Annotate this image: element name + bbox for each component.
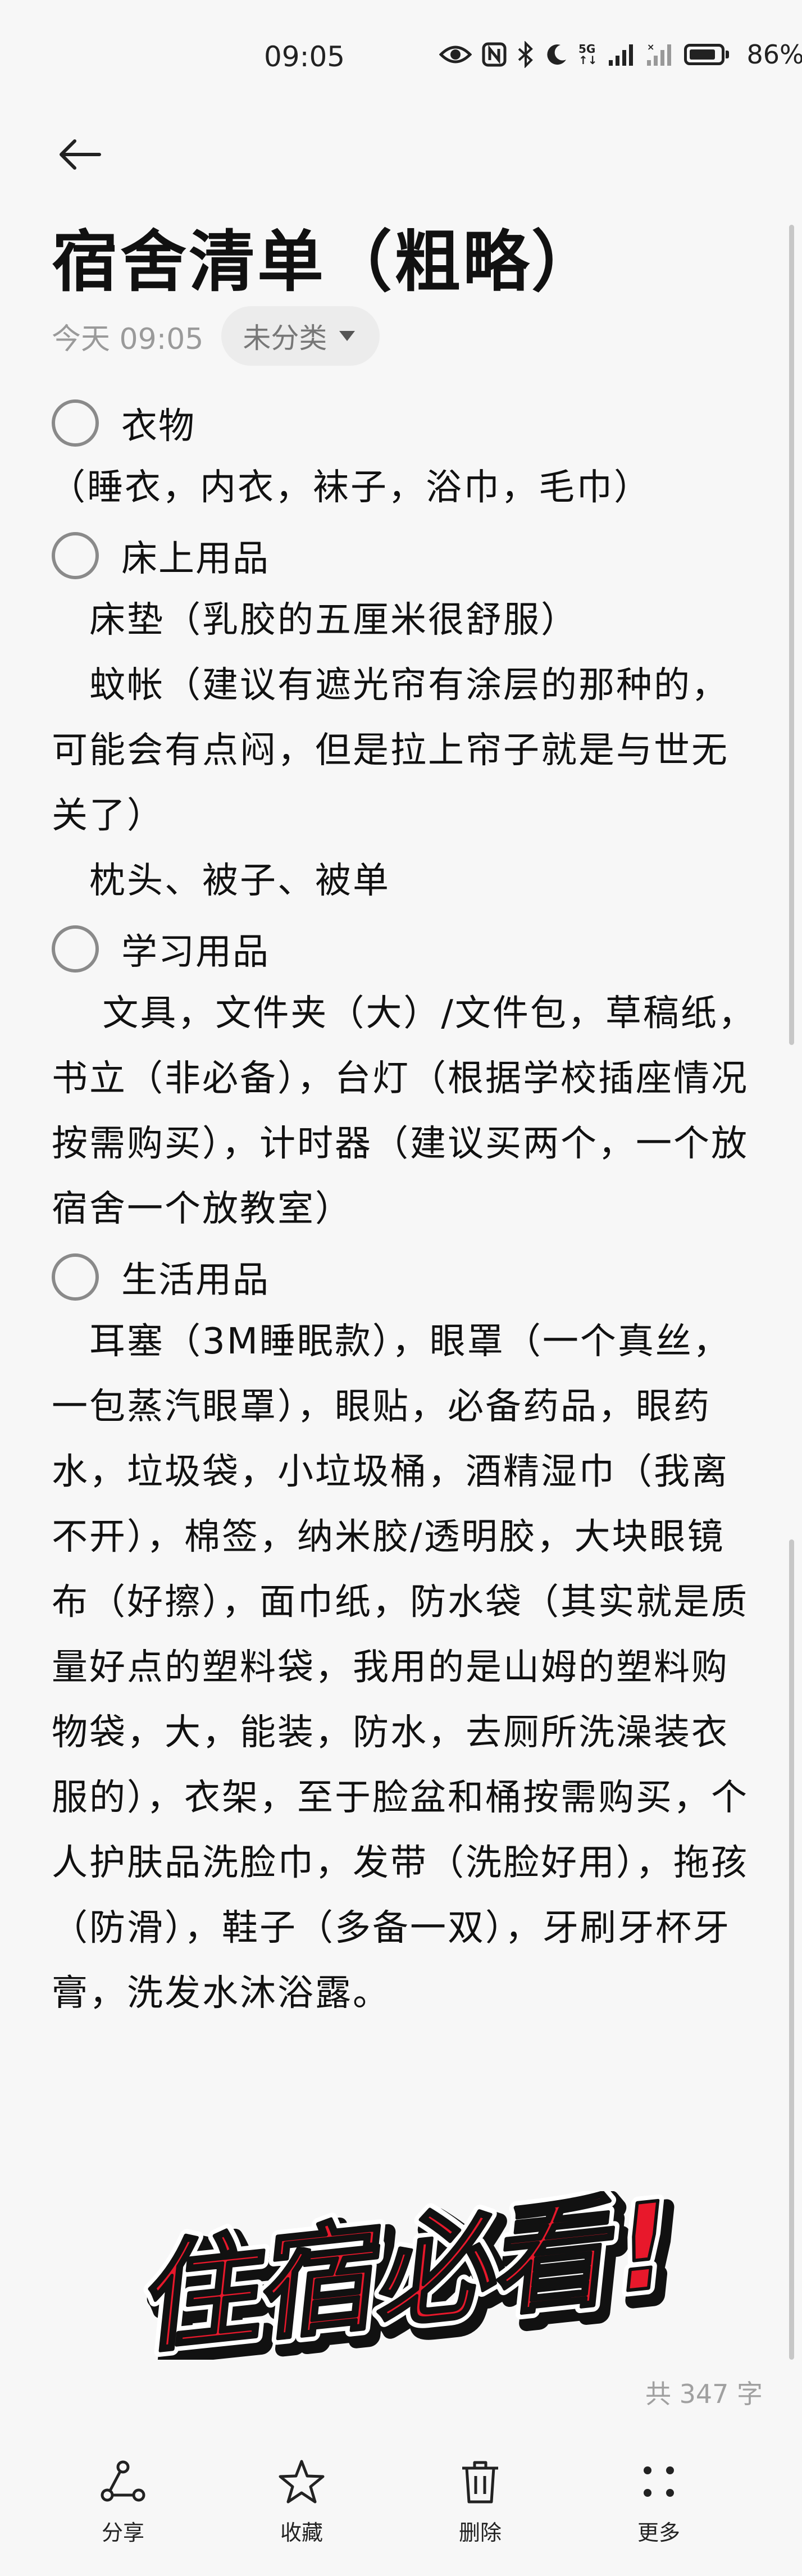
sticker-image: 住宿必看! 住宿必看! 住宿必看! — [133, 2191, 688, 2360]
battery-fill — [689, 49, 715, 60]
nfc-icon — [482, 42, 507, 67]
scrollbar[interactable] — [789, 1539, 794, 2360]
eye-icon — [439, 46, 472, 63]
category-dropdown[interactable]: 未分类 — [221, 306, 380, 366]
checkbox[interactable] — [52, 399, 99, 447]
more-icon — [644, 2466, 674, 2497]
more-label: 更多 — [637, 2520, 680, 2545]
share-button[interactable]: 分享 — [67, 2458, 179, 2546]
note-timestamp: 今天 09:05 — [52, 322, 204, 356]
sticker-text: 住宿必看! — [139, 2191, 677, 2360]
battery-percent: 86% — [746, 39, 802, 70]
caret-down-icon — [339, 331, 356, 341]
signal-icon: × — [646, 42, 671, 66]
status-time: 09:05 — [264, 40, 345, 73]
checklist-item: 衣物 — [52, 391, 757, 455]
checklist-item: 生活用品 — [52, 1245, 757, 1309]
note-paragraph[interactable]: 文具，文件夹（大）/文件包，草稿纸，书立（非必备），台灯（根据学校插座情况按需购… — [52, 981, 757, 1242]
signal-icon — [608, 44, 633, 66]
checklist-label[interactable]: 学习用品 — [121, 923, 270, 975]
note-paragraph[interactable]: 枕头、被子、被单 — [52, 848, 757, 914]
checklist-label[interactable]: 衣物 — [121, 397, 195, 449]
share-label: 分享 — [101, 2520, 144, 2545]
page-title[interactable]: 宿舍清单（粗略） — [52, 208, 600, 304]
battery-icon — [683, 44, 729, 65]
scrollbar[interactable] — [789, 225, 794, 1045]
note-body[interactable]: 衣物 （睡衣，内衣，袜子，浴巾，毛巾） 床上用品 床垫（乳胶的五厘米很舒服） 蚊… — [49, 388, 757, 2026]
star-icon — [279, 2460, 325, 2504]
share-icon — [101, 2460, 145, 2502]
checklist-label[interactable]: 床上用品 — [121, 530, 270, 581]
checklist-label[interactable]: 生活用品 — [121, 1251, 270, 1303]
note-paragraph[interactable]: 耳塞（3M睡眠款），眼罩（一个真丝，一包蒸汽眼罩），眼贴，必备药品，眼药水，垃圾… — [52, 1309, 757, 2026]
note-paragraph[interactable]: 蚊帐（建议有遮光帘有涂层的那种的，可能会有点闷，但是拉上帘子就是与世无关了） — [52, 653, 757, 848]
checkbox[interactable] — [52, 925, 99, 973]
favorite-button[interactable]: 收藏 — [245, 2458, 358, 2546]
checklist-item: 学习用品 — [52, 917, 757, 981]
checkbox[interactable] — [52, 532, 99, 579]
delete-label: 删除 — [458, 2520, 502, 2545]
moon-icon — [547, 44, 566, 65]
status-icons: 5G ↑↓ × 86% — [439, 39, 802, 70]
trash-icon — [462, 2461, 498, 2504]
bluetooth-icon — [518, 41, 533, 68]
note-meta: 今天 09:05 未分类 — [52, 306, 380, 366]
svg-text:×: × — [647, 42, 654, 52]
more-button[interactable]: 更多 — [603, 2458, 715, 2546]
back-button[interactable] — [48, 124, 110, 185]
checkbox[interactable] — [52, 1253, 99, 1301]
note-paragraph[interactable]: （睡衣，内衣，袜子，浴巾，毛巾） — [49, 455, 757, 520]
status-bar: 09:05 5G ↑↓ × 86% — [0, 0, 802, 118]
category-label: 未分类 — [243, 322, 327, 355]
back-arrow-icon — [60, 139, 101, 170]
checklist-item: 床上用品 — [52, 524, 757, 588]
bottom-toolbar: 分享 收藏 删除 更多 — [0, 2436, 802, 2576]
delete-button[interactable]: 删除 — [424, 2458, 536, 2546]
note-paragraph[interactable]: 床垫（乳胶的五厘米很舒服） — [52, 588, 757, 653]
word-count: 共 347 字 — [645, 2379, 763, 2409]
favorite-label: 收藏 — [280, 2520, 323, 2545]
network-label: 5G ↑↓ — [578, 42, 598, 67]
